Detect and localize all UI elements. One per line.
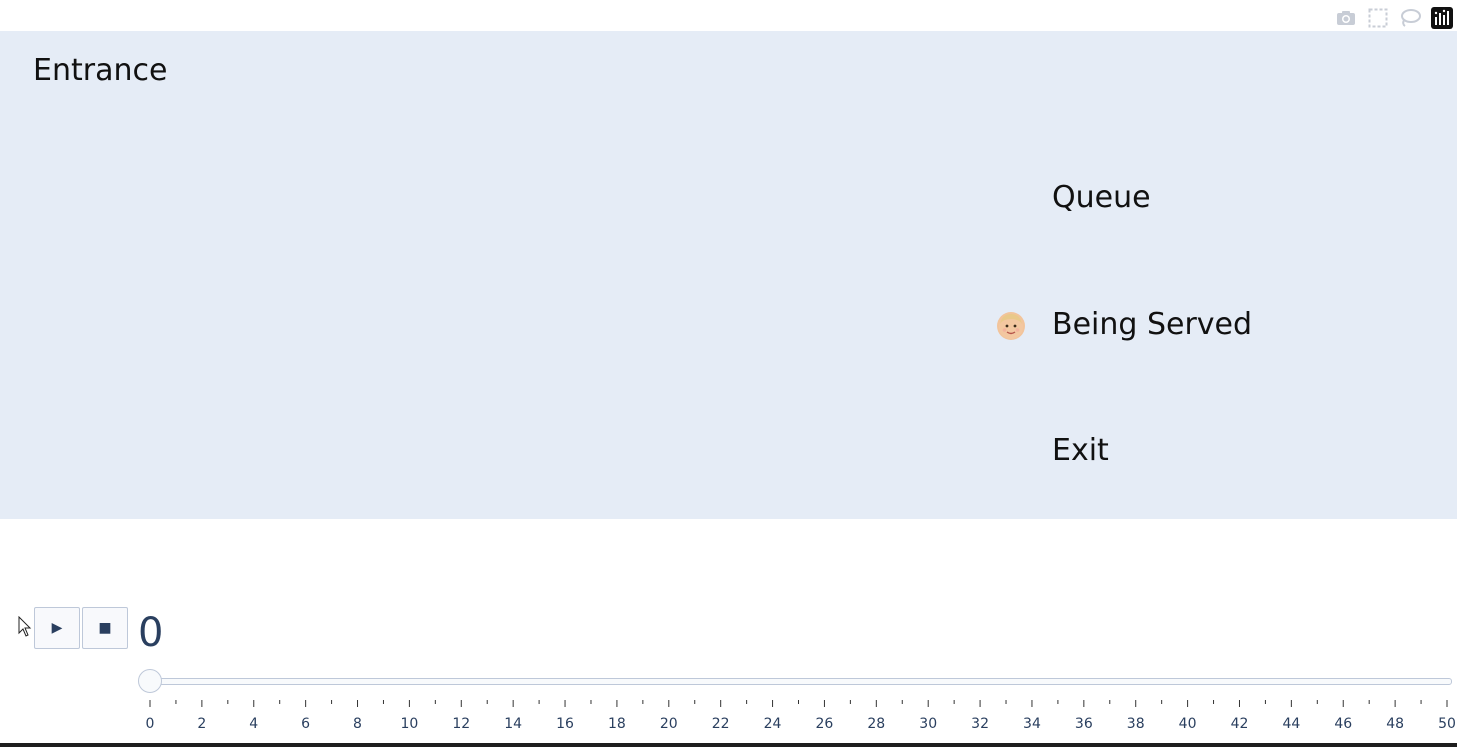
camera-icon[interactable] [1335,7,1357,29]
box-select-icon[interactable] [1367,7,1389,29]
play-icon: ▶ [51,620,63,636]
slider-current-value: 0 [138,610,164,656]
slider-tick-label[interactable]: 4 [249,716,258,732]
bottom-border [0,743,1457,747]
slider-tick-label[interactable]: 38 [1127,716,1145,732]
slider-rail[interactable] [150,678,1452,685]
stop-icon: ■ [98,620,112,636]
slider-tick-label[interactable]: 50 [1438,716,1456,732]
slider-tick-label[interactable]: 32 [971,716,989,732]
slider-tick-label[interactable]: 48 [1386,716,1404,732]
plot-area[interactable]: Entrance Queue Being Served Exit [0,31,1457,519]
slider-tick-label[interactable]: 20 [660,716,678,732]
slider-tick-label[interactable]: 0 [146,716,155,732]
stage-label-exit: Exit [1052,433,1109,468]
animation-controls: ▶ ■ [34,607,128,649]
stage-label-entrance: Entrance [33,53,168,88]
modebar [1335,6,1453,30]
slider-tick-label[interactable]: 8 [353,716,362,732]
slider-tick-label[interactable]: 18 [608,716,626,732]
slider-tick-label[interactable]: 44 [1282,716,1300,732]
slider-tick-label[interactable]: 16 [556,716,574,732]
plotly-logo-icon[interactable] [1431,7,1453,29]
play-button[interactable]: ▶ [34,607,80,649]
slider-tick-label[interactable]: 12 [452,716,470,732]
slider-tick-label[interactable]: 6 [301,716,310,732]
stage-label-being-served: Being Served [1052,307,1253,342]
slider-tick-label[interactable]: 22 [712,716,730,732]
slider-tick-label[interactable]: 14 [504,716,522,732]
slider-tick-label[interactable]: 40 [1179,716,1197,732]
slider-tick-label[interactable]: 10 [400,716,418,732]
slider-tick-label[interactable]: 46 [1334,716,1352,732]
slider-ticks: 0 2 4 6 8 10 12 14 16 18 20 22 24 26 28 30 32 34 36 38 40 42 4… [146,700,1456,732]
slider-tick-label[interactable]: 28 [867,716,885,732]
lasso-select-icon[interactable] [1399,7,1421,29]
mouse-cursor-icon [18,616,32,637]
person-face-emoji-icon[interactable] [997,312,1025,340]
slider-tick-label[interactable]: 34 [1023,716,1041,732]
slider-tick-label[interactable]: 36 [1075,716,1093,732]
slider-tick-label[interactable]: 30 [919,716,937,732]
slider-tick-label[interactable]: 24 [764,716,782,732]
slider-tick-label[interactable]: 26 [816,716,834,732]
stage-label-queue: Queue [1052,180,1151,215]
stop-button[interactable]: ■ [82,607,128,649]
slider-tick-label[interactable]: 2 [197,716,206,732]
slider-tick-label[interactable]: 42 [1231,716,1249,732]
